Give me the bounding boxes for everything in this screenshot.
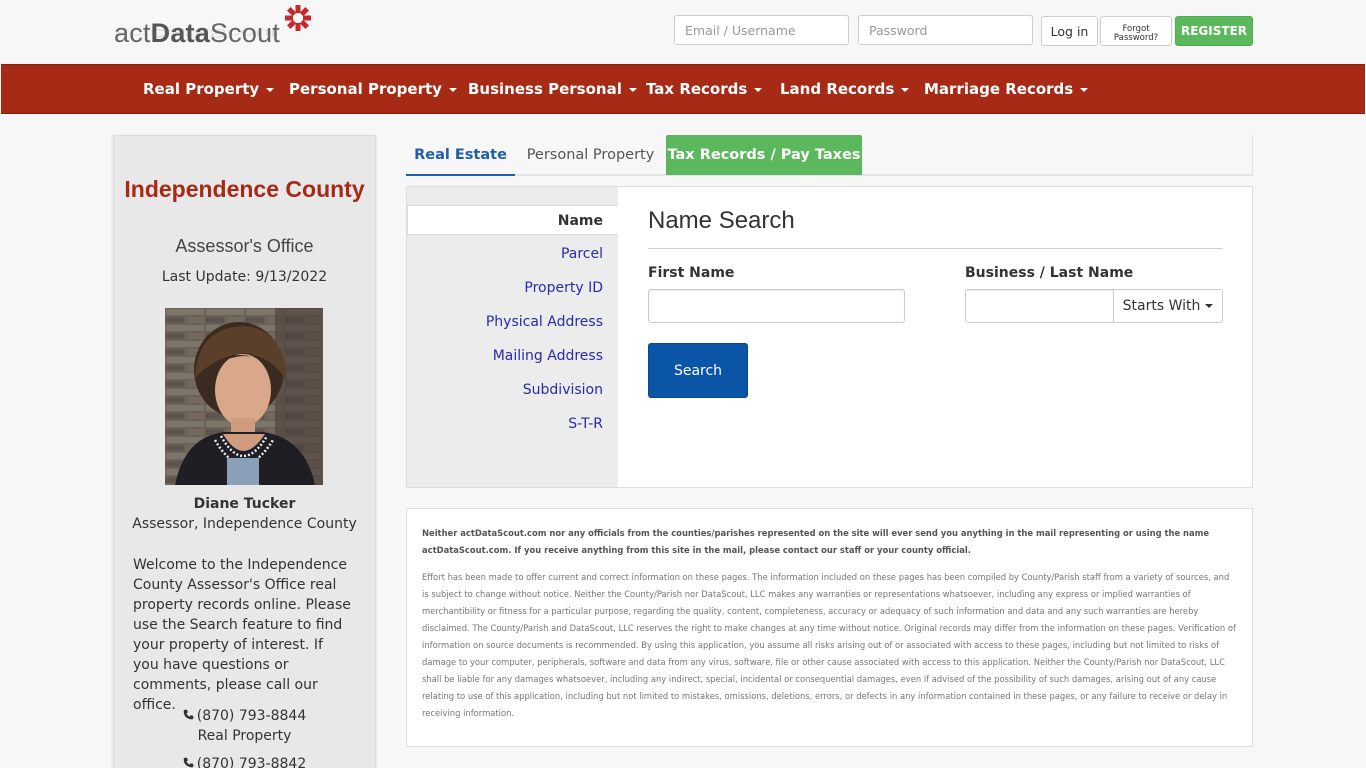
search-type-name[interactable]: Name — [407, 205, 618, 235]
login-button[interactable]: Log in — [1041, 16, 1098, 46]
search-type-property-id[interactable]: Property ID — [407, 273, 618, 303]
nav-real-property-label: Real Property — [143, 80, 260, 98]
caret-down-icon — [266, 87, 275, 92]
nav-tax-records-label: Tax Records — [646, 80, 748, 98]
email-username-input[interactable] — [674, 15, 849, 45]
last-update: Last Update: 9/13/2022 — [161, 269, 328, 285]
phone-dept: Real Property — [197, 728, 292, 744]
match-mode-label: Starts With — [1122, 298, 1201, 314]
contact-real-property: (870) 793-8844 Real Property — [114, 706, 375, 746]
search-type-subdivision[interactable]: Subdivision — [407, 375, 618, 405]
phone-icon — [183, 706, 194, 726]
password-input[interactable] — [858, 15, 1033, 45]
county-name: Independence County — [124, 176, 365, 202]
forgot-password-button[interactable]: Forgot Password? — [1100, 16, 1172, 46]
disclaimer-box: Neither actDataScout.com nor any officia… — [406, 508, 1253, 747]
disclaimer-text: Effort has been made to offer current an… — [422, 572, 1236, 718]
site-logo[interactable]: actDataScout actDataScout — [114, 4, 314, 58]
phone-icon — [183, 754, 194, 768]
caret-down-icon — [1205, 304, 1214, 308]
assessor-name: Diane Tucker — [193, 496, 296, 512]
nav-land-records[interactable]: Land Records — [780, 65, 910, 113]
first-name-input[interactable] — [648, 289, 905, 323]
forgot-line-2: Password? — [1113, 32, 1159, 43]
phone-number[interactable]: (870) 793-8842 — [197, 756, 307, 768]
tab-tax-records-pay-taxes[interactable]: Tax Records / Pay Taxes — [666, 135, 862, 175]
search-type-str[interactable]: S-T-R — [407, 409, 618, 439]
county-info-sidebar: Independence County Assessor's Office La… — [113, 135, 376, 768]
logo-reflection: actDataScout — [114, 26, 278, 41]
contact-second: (870) 793-8842 — [114, 754, 375, 768]
search-type-parcel[interactable]: Parcel — [407, 239, 618, 269]
search-type-mailing-address[interactable]: Mailing Address — [407, 341, 618, 371]
phone-number[interactable]: (870) 793-8844 — [197, 708, 307, 724]
first-name-label: First Name — [648, 265, 735, 281]
property-type-tabs: Real Estate Personal Property Tax Record… — [406, 135, 1253, 176]
tab-personal-property[interactable]: Personal Property — [515, 135, 666, 175]
assessor-title: Assessor, Independence County — [132, 516, 357, 532]
top-header: actDataScout actDataScout Log in ForgotP… — [0, 0, 1366, 64]
nav-real-property[interactable]: Real Property — [143, 65, 275, 113]
last-name-input[interactable] — [965, 289, 1114, 323]
office-name: Assessor's Office — [175, 236, 314, 256]
nav-land-records-label: Land Records — [780, 80, 895, 98]
search-title: Name Search — [648, 207, 795, 234]
search-panel: Name Parcel Property ID Physical Address… — [406, 186, 1253, 488]
tab-real-estate[interactable]: Real Estate — [406, 135, 515, 176]
nav-tax-records[interactable]: Tax Records — [646, 65, 763, 113]
nav-marriage-records[interactable]: Marriage Records — [924, 65, 1089, 113]
register-button[interactable]: REGISTER — [1175, 16, 1253, 46]
nav-business-personal-label: Business Personal — [468, 80, 622, 98]
caret-down-icon — [628, 87, 637, 92]
caret-down-icon — [754, 87, 763, 92]
match-mode-dropdown[interactable]: Starts With — [1113, 289, 1223, 323]
divider — [648, 248, 1223, 249]
search-type-menu: Name Parcel Property ID Physical Address… — [407, 187, 618, 487]
search-button[interactable]: Search — [648, 343, 748, 398]
last-name-label: Business / Last Name — [965, 265, 1134, 281]
nav-marriage-records-label: Marriage Records — [924, 80, 1074, 98]
search-type-physical-address[interactable]: Physical Address — [407, 307, 618, 337]
logo-flower-icon — [285, 5, 311, 31]
nav-personal-property[interactable]: Personal Property — [289, 65, 457, 113]
nav-personal-property-label: Personal Property — [289, 80, 442, 98]
mail-notice: Neither actDataScout.com nor any officia… — [422, 528, 1210, 555]
caret-down-icon — [901, 87, 910, 92]
caret-down-icon — [1080, 87, 1089, 92]
assessor-photo — [165, 308, 323, 485]
welcome-text: Welcome to the Independence County Asses… — [133, 557, 351, 713]
nav-business-personal[interactable]: Business Personal — [468, 65, 637, 113]
main-navbar: Real Property Personal Property Business… — [1, 64, 1365, 114]
caret-down-icon — [448, 87, 457, 92]
